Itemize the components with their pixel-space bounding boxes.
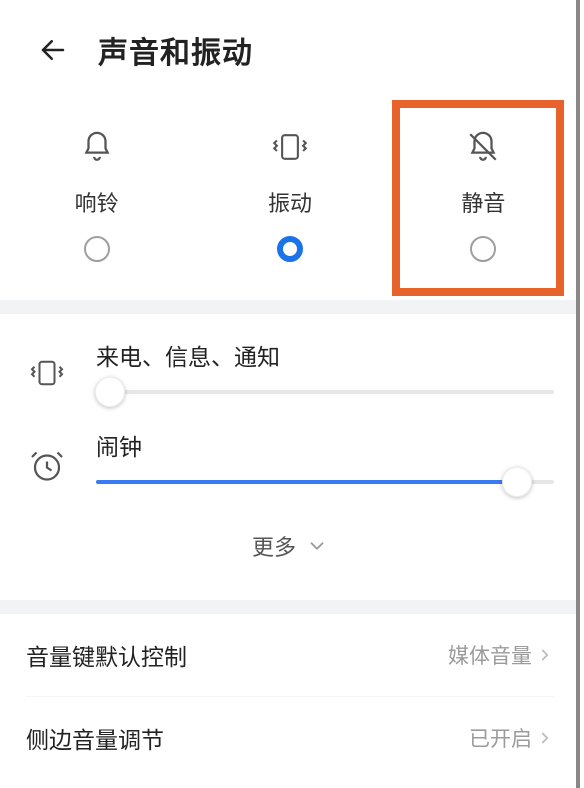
section-divider <box>0 300 580 314</box>
sound-mode-selector: 响铃 振动 静音 <box>0 94 580 300</box>
slider-thumb[interactable] <box>95 377 125 407</box>
section-divider <box>0 600 580 614</box>
bell-icon <box>80 126 114 168</box>
list-item-value-wrap: 媒体音量 <box>448 640 554 670</box>
volume-slider[interactable] <box>96 480 554 484</box>
chevron-right-icon <box>536 729 554 747</box>
mode-radio[interactable] <box>277 236 303 262</box>
list-item-value-wrap: 已开启 <box>469 723 554 753</box>
volume-slider[interactable] <box>96 390 554 394</box>
list-item-label: 侧边音量调节 <box>26 721 164 755</box>
slider-fill <box>96 480 517 484</box>
slider-label: 来电、信息、通知 <box>96 338 554 372</box>
mode-label: 响铃 <box>75 186 119 218</box>
more-button[interactable]: 更多 <box>26 518 554 590</box>
back-button[interactable] <box>36 33 70 67</box>
slider-thumb[interactable] <box>502 467 532 497</box>
more-label: 更多 <box>252 530 296 562</box>
list-item-value: 已开启 <box>469 723 532 753</box>
mode-radio[interactable] <box>84 236 110 262</box>
back-arrow-icon <box>38 35 68 65</box>
chevron-right-icon <box>536 646 554 664</box>
scrollbar[interactable] <box>576 0 580 788</box>
list-item-volume-key-default[interactable]: 音量键默认控制 媒体音量 <box>26 614 554 696</box>
mode-label: 振动 <box>268 186 312 218</box>
mode-vibrate[interactable]: 振动 <box>193 118 386 276</box>
list-item-value: 媒体音量 <box>448 640 532 670</box>
alarm-clock-icon <box>26 448 68 484</box>
list-item-side-volume[interactable]: 侧边音量调节 已开启 <box>26 696 554 778</box>
settings-page: 声音和振动 响铃 振动 静音 <box>0 0 580 788</box>
vibrate-icon <box>269 126 311 168</box>
vibrate-icon <box>26 358 68 388</box>
header: 声音和振动 <box>0 0 580 94</box>
slider-alarm: 闹钟 <box>26 428 554 484</box>
volume-sliders: 来电、信息、通知 闹钟 更多 <box>0 314 580 600</box>
mode-ring[interactable]: 响铃 <box>0 118 193 276</box>
tutorial-highlight <box>392 100 564 296</box>
slider-label: 闹钟 <box>96 428 554 462</box>
settings-list: 音量键默认控制 媒体音量 侧边音量调节 已开启 <box>0 614 580 778</box>
slider-notifications: 来电、信息、通知 <box>26 338 554 394</box>
list-item-label: 音量键默认控制 <box>26 638 187 672</box>
page-title: 声音和振动 <box>98 28 253 72</box>
chevron-down-icon <box>306 535 328 557</box>
